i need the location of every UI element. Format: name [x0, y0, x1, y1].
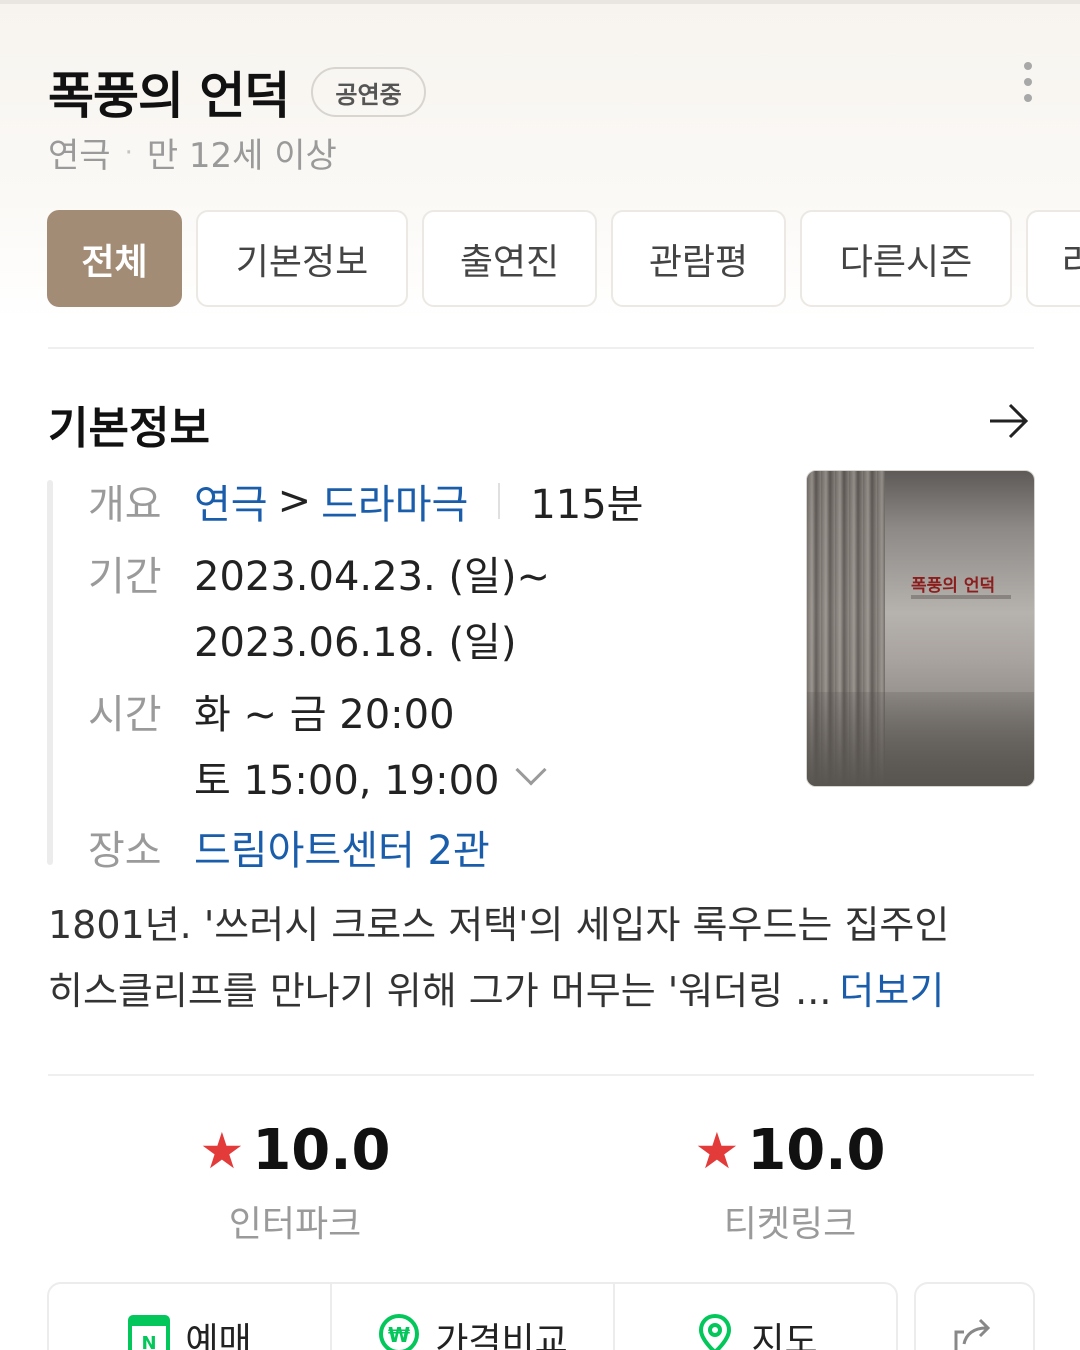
period-row-2: 2023.06.18. (일): [194, 610, 516, 668]
category-separator: >: [277, 478, 312, 524]
separator-dot: ·: [124, 137, 133, 168]
star-icon: ★: [199, 1121, 245, 1180]
venue-label: 장소: [88, 828, 162, 874]
rating-score: 10.0: [252, 1118, 391, 1183]
share-button[interactable]: [914, 1282, 1035, 1350]
rating-score: 10.0: [747, 1118, 886, 1183]
overview-row: 개요 연극 > 드라마극 115분: [88, 472, 643, 530]
info-side-bar: [47, 480, 53, 865]
action-bar: N 예매 ₩ 가격비교 지도: [47, 1282, 898, 1350]
map-button[interactable]: 지도: [615, 1284, 896, 1350]
rating-ticketlink[interactable]: ★ 10.0 티켓링크: [640, 1118, 940, 1247]
tab-partial[interactable]: 라: [1026, 210, 1080, 307]
booking-label: 예매: [185, 1321, 252, 1350]
svg-text:₩: ₩: [388, 1323, 410, 1347]
synopsis: 1801년. '쓰러시 크로스 저택'의 세입자 록우드는 집주인 히스클리프를…: [48, 892, 1038, 1024]
top-divider: [0, 0, 1080, 4]
period-label: 기간: [88, 554, 162, 600]
time-line2: 토 15:00, 19:00: [194, 758, 500, 804]
tab-bar: 전체 기본정보 출연진 관람평 다른시즌 라: [47, 210, 1080, 307]
tab-all[interactable]: 전체: [47, 210, 182, 307]
divider-bar: [498, 483, 501, 519]
arrow-right-icon[interactable]: [986, 398, 1032, 444]
map-label: 지도: [751, 1321, 818, 1350]
booking-button[interactable]: N 예매: [49, 1284, 332, 1350]
rating-source: 인터파크: [228, 1204, 362, 1245]
price-compare-button[interactable]: ₩ 가격비교: [332, 1284, 615, 1350]
synopsis-line-2: 히스클리프를 만나기 위해 그가 머무는 '워더링 ...: [48, 969, 832, 1013]
synopsis-line-2-wrap: 히스클리프를 만나기 위해 그가 머무는 '워더링 ... 더보기: [48, 958, 1038, 1024]
price-compare-label: 가격비교: [435, 1321, 568, 1350]
poster-ground: [807, 691, 1034, 786]
section-title: 기본정보: [48, 403, 210, 454]
title-row: 폭풍의 언덕 공연중: [48, 56, 426, 128]
rating-source: 티켓링크: [723, 1204, 857, 1245]
venue-row: 장소 드림아트센터 2관: [88, 818, 490, 876]
category-link[interactable]: 연극: [194, 472, 268, 530]
tab-cast[interactable]: 출연진: [422, 210, 597, 307]
star-icon: ★: [694, 1121, 740, 1180]
time-row: 시간 화 ~ 금 20:00: [88, 682, 455, 740]
age-rating-text: 만 12세 이상: [146, 136, 337, 176]
won-icon: ₩: [379, 1314, 420, 1350]
poster-subtext: [911, 595, 1011, 599]
overview-label: 개요: [88, 482, 162, 528]
period-end: 2023.06.18. (일): [194, 620, 517, 666]
status-badge: 공연중: [311, 67, 426, 117]
page-title: 폭풍의 언덕: [48, 67, 290, 125]
tab-other-seasons[interactable]: 다른시즌: [800, 210, 1012, 307]
time-row-2[interactable]: 토 15:00, 19:00: [194, 748, 547, 806]
calendar-n-icon: N: [128, 1315, 171, 1350]
subcategory-link[interactable]: 드라마극: [321, 472, 468, 530]
synopsis-line-1: 1801년. '쓰러시 크로스 저택'의 세입자 록우드는 집주인: [48, 903, 950, 947]
tab-reviews[interactable]: 관람평: [611, 210, 786, 307]
genre-text: 연극: [48, 136, 111, 176]
venue-link[interactable]: 드림아트센터 2관: [194, 818, 490, 876]
ratings-divider: [48, 1074, 1034, 1076]
poster-title: 폭풍의 언덕: [911, 576, 996, 596]
share-icon: [954, 1318, 990, 1350]
page: 폭풍의 언덕 공연중 연극 · 만 12세 이상 전체 기본정보 출연진 관람평…: [0, 0, 1080, 1350]
subtitle: 연극 · 만 12세 이상: [48, 128, 337, 177]
rating-score-row: ★ 10.0: [695, 1118, 886, 1183]
tab-basic-info[interactable]: 기본정보: [196, 210, 408, 307]
runtime-text: 115분: [530, 482, 644, 528]
poster-image[interactable]: 폭풍의 언덕: [806, 470, 1035, 787]
rating-score-row: ★ 10.0: [200, 1118, 391, 1183]
period-row: 기간 2023.04.23. (일)~: [88, 544, 550, 602]
rating-interpark[interactable]: ★ 10.0 인터파크: [145, 1118, 445, 1247]
more-link[interactable]: 더보기: [839, 969, 944, 1013]
time-label: 시간: [88, 692, 162, 738]
svg-text:N: N: [142, 1333, 157, 1350]
chevron-down-icon[interactable]: [514, 754, 547, 786]
map-pin-icon: [699, 1313, 732, 1350]
more-options-icon[interactable]: [1016, 62, 1040, 102]
time-line1: 화 ~ 금 20:00: [194, 692, 455, 738]
section-divider: [48, 347, 1034, 349]
period-start: 2023.04.23. (일)~: [194, 554, 550, 600]
